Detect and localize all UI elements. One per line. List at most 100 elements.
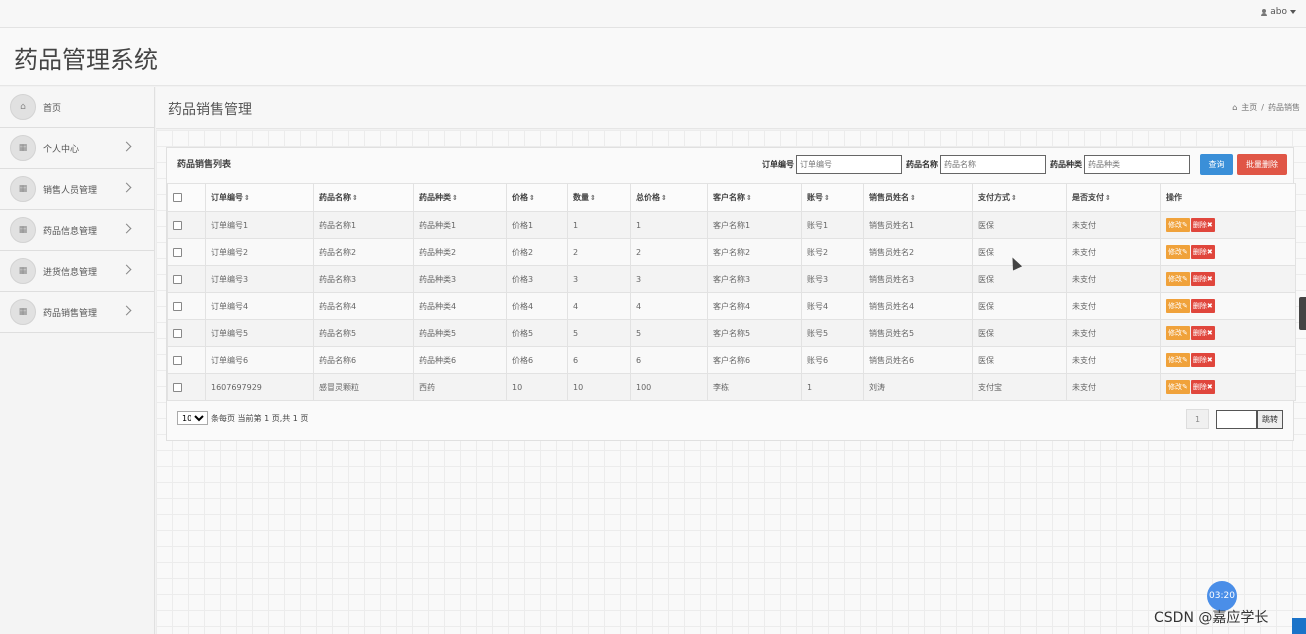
table-cell: 账号1 <box>801 211 864 239</box>
table-cell: 西药 <box>413 373 507 401</box>
query-button[interactable]: 查询 <box>1200 154 1233 175</box>
column-header[interactable]: 总价格⇕ <box>630 183 708 212</box>
row-select-cell <box>167 265 206 293</box>
sidebar-item-label: 药品销售管理 <box>43 308 98 319</box>
sales-list-panel: 药品销售列表 订单编号 药品名称 药品种类 查询 批量删除 订单编号⇕药品名称⇕… <box>166 147 1296 441</box>
table-cell: 账号5 <box>801 319 864 347</box>
page-number-button[interactable]: 1 <box>1186 409 1209 429</box>
sidebar-item[interactable]: ▦ 进货信息管理 <box>0 251 154 292</box>
close-icon: ✖ <box>1206 356 1213 364</box>
column-header[interactable]: 价格⇕ <box>506 183 568 212</box>
table-cell: 销售员姓名5 <box>863 319 973 347</box>
table-cell: 感冒灵颗粒 <box>313 373 414 401</box>
app-title: 药品管理系统 <box>14 46 158 74</box>
close-icon: ✖ <box>1206 248 1213 256</box>
page-jump-input[interactable] <box>1216 409 1257 429</box>
row-checkbox[interactable] <box>173 355 182 365</box>
column-header[interactable]: 是否支付⇕ <box>1066 183 1161 212</box>
table-cell: 订单编号6 <box>205 346 314 374</box>
close-icon: ✖ <box>1206 383 1213 391</box>
sidebar-item-label: 个人中心 <box>43 144 80 155</box>
delete-button[interactable]: 删除✖ <box>1190 380 1215 394</box>
table-cell: 客户名称6 <box>707 346 802 374</box>
column-header[interactable]: 支付方式⇕ <box>972 183 1067 212</box>
table-body: 订单编号1 药品名称1 药品种类1 价格1 1 1 客户名称1 账号1 销售员姓名1 医保 未支付修… <box>167 211 1296 401</box>
edit-button[interactable]: 修改✎ <box>1166 272 1190 286</box>
column-header[interactable]: 账号⇕ <box>801 183 864 212</box>
pencil-icon: ✎ <box>1182 248 1188 256</box>
column-header-label: 价格 <box>512 193 528 202</box>
table-cell: 5 <box>630 319 708 347</box>
sidebar-item[interactable]: ▦ 个人中心 <box>0 128 154 169</box>
side-drawer-handle[interactable] <box>1299 297 1306 330</box>
edit-button[interactable]: 修改✎ <box>1166 380 1190 394</box>
select-all-checkbox[interactable] <box>173 193 182 202</box>
sales-table: 订单编号⇕ 药品名称⇕ 药品种类⇕ 价格⇕ 数量⇕ 总价格⇕ 客户名称⇕ 账号⇕ 销售员姓名⇕ 支… <box>167 183 1296 401</box>
sort-icon: ⇕ <box>824 194 830 202</box>
row-checkbox[interactable] <box>173 247 182 257</box>
delete-button[interactable]: 删除✖ <box>1190 353 1215 367</box>
table-cell: 订单编号1 <box>205 211 314 239</box>
edit-button[interactable]: 修改✎ <box>1166 218 1190 232</box>
edit-button[interactable]: 修改✎ <box>1166 353 1190 367</box>
sidebar: ⌂ 首页 ▦ 个人中心 ▦ 销售人员管理 ▦ 药品信息管理 ▦ 进货信息管理 ▦ 药品销售管理 <box>0 87 155 634</box>
edit-button[interactable]: 修改✎ <box>1166 245 1190 259</box>
sidebar-item[interactable]: ▦ 药品信息管理 <box>0 210 154 251</box>
column-header-label: 药品种类 <box>419 193 451 202</box>
table-cell: 药品种类5 <box>413 319 507 347</box>
edit-button[interactable]: 修改✎ <box>1166 299 1190 313</box>
table-cell: 药品种类6 <box>413 346 507 374</box>
close-icon: ✖ <box>1206 302 1213 310</box>
delete-button[interactable]: 删除✖ <box>1190 218 1215 232</box>
delete-label: 删除 <box>1192 221 1207 229</box>
drug-type-input[interactable] <box>1084 155 1190 174</box>
delete-button[interactable]: 删除✖ <box>1190 326 1215 340</box>
table-cell: 药品名称6 <box>313 346 414 374</box>
column-header[interactable]: 销售员姓名⇕ <box>863 183 973 212</box>
row-checkbox[interactable] <box>173 328 182 338</box>
sidebar-item-label: 首页 <box>43 103 62 114</box>
user-menu[interactable]: abo <box>1261 7 1296 17</box>
delete-button[interactable]: 删除✖ <box>1190 272 1215 286</box>
table-cell: 客户名称4 <box>707 292 802 320</box>
column-header[interactable]: 药品种类⇕ <box>413 183 507 212</box>
row-select-cell <box>167 238 206 266</box>
column-header[interactable]: 订单编号⇕ <box>205 183 314 212</box>
column-header[interactable]: 数量⇕ <box>567 183 631 212</box>
breadcrumb-home[interactable]: 主页 <box>1241 102 1257 113</box>
page-size-select[interactable]: 10 <box>177 411 208 425</box>
order-number-input[interactable] <box>796 155 902 174</box>
page-jump-button[interactable]: 跳转 <box>1257 409 1283 429</box>
grid-icon: ▦ <box>10 258 36 284</box>
drug-name-input[interactable] <box>940 155 1046 174</box>
table-cell: 价格3 <box>506 265 568 293</box>
table-cell: 药品种类2 <box>413 238 507 266</box>
chevron-right-icon <box>121 141 132 152</box>
table-cell: 医保 <box>972 211 1067 239</box>
row-checkbox[interactable] <box>173 301 182 311</box>
sidebar-item[interactable]: ⌂ 首页 <box>0 87 154 128</box>
row-checkbox[interactable] <box>173 382 182 392</box>
column-header[interactable]: 药品名称⇕ <box>313 183 414 212</box>
sidebar-item[interactable]: ▦ 药品销售管理 <box>0 292 154 333</box>
breadcrumb-separator: / <box>1261 103 1264 112</box>
table-cell: 药品名称2 <box>313 238 414 266</box>
table-row: 订单编号6 药品名称6 药品种类6 价格6 6 6 客户名称6 账号6 销售员姓名6 医保 未支付修… <box>167 346 1296 374</box>
sort-icon: ⇕ <box>352 194 358 202</box>
sort-icon: ⇕ <box>1105 194 1111 202</box>
edit-button[interactable]: 修改✎ <box>1166 326 1190 340</box>
column-header[interactable]: 客户名称⇕ <box>707 183 802 212</box>
row-checkbox[interactable] <box>173 274 182 284</box>
row-checkbox[interactable] <box>173 220 182 230</box>
table-cell: 药品种类4 <box>413 292 507 320</box>
table-cell: 订单编号5 <box>205 319 314 347</box>
corner-tab <box>1292 618 1306 634</box>
table-cell: 李栋 <box>707 373 802 401</box>
row-actions: 修改✎ 删除✖ <box>1160 238 1296 266</box>
delete-button[interactable]: 删除✖ <box>1190 245 1215 259</box>
table-cell: 销售员姓名2 <box>863 238 973 266</box>
delete-button[interactable]: 删除✖ <box>1190 299 1215 313</box>
sidebar-item[interactable]: ▦ 销售人员管理 <box>0 169 154 210</box>
chevron-right-icon <box>121 182 132 193</box>
batch-delete-button[interactable]: 批量删除 <box>1237 154 1287 175</box>
